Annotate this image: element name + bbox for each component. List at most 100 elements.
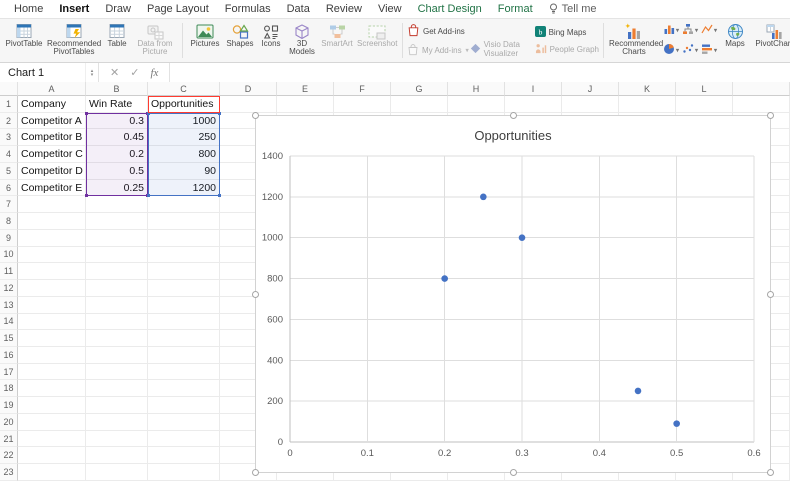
cell-C7[interactable]	[148, 196, 220, 213]
chart-type-column-button[interactable]	[663, 22, 679, 40]
cell-A3[interactable]: Competitor B	[18, 129, 86, 146]
cell-J1[interactable]	[562, 96, 619, 113]
cell-B16[interactable]	[86, 347, 148, 364]
row-header-22[interactable]: 22	[0, 447, 18, 464]
cell-B17[interactable]	[86, 364, 148, 381]
cell-C17[interactable]	[148, 364, 220, 381]
cell-A7[interactable]	[18, 196, 86, 213]
row-header-16[interactable]: 16	[0, 347, 18, 364]
tab-chart-design[interactable]: Chart Design	[410, 0, 490, 18]
cell-C18[interactable]	[148, 380, 220, 397]
cell-B12[interactable]	[86, 280, 148, 297]
cell-B6[interactable]: 0.25	[86, 180, 148, 197]
recommended-charts-button[interactable]: Recommended Charts	[608, 20, 660, 62]
row-header-6[interactable]: 6	[0, 180, 18, 197]
cell-A6[interactable]: Competitor E	[18, 180, 86, 197]
cell-A9[interactable]	[18, 230, 86, 247]
cell-A11[interactable]	[18, 263, 86, 280]
cell-C14[interactable]	[148, 314, 220, 331]
get-addins-button[interactable]: Get Add-ins	[407, 23, 469, 39]
chart-type-hierarchy-button[interactable]	[682, 22, 698, 40]
cell-A8[interactable]	[18, 213, 86, 230]
cell-B11[interactable]	[86, 263, 148, 280]
cell-C16[interactable]	[148, 347, 220, 364]
cell-partial1[interactable]	[733, 96, 790, 113]
visio-data-visualizer-button[interactable]: Visio Data Visualizer	[470, 41, 534, 59]
enter-icon[interactable]: ✓	[130, 66, 139, 79]
row-header-7[interactable]: 7	[0, 196, 18, 213]
column-header-G[interactable]: G	[391, 82, 448, 96]
row-header-17[interactable]: 17	[0, 364, 18, 381]
cell-C21[interactable]	[148, 431, 220, 448]
3d-models-button[interactable]: 3D Models	[286, 20, 318, 62]
cell-C9[interactable]	[148, 230, 220, 247]
cell-C13[interactable]	[148, 297, 220, 314]
chart-type-bar-button[interactable]	[701, 42, 717, 60]
cell-C4[interactable]: 800	[148, 146, 220, 163]
cell-A14[interactable]	[18, 314, 86, 331]
column-header-J[interactable]: J	[562, 82, 619, 96]
cell-B10[interactable]	[86, 247, 148, 264]
cell-A10[interactable]	[18, 247, 86, 264]
cell-C19[interactable]	[148, 397, 220, 414]
column-header-C[interactable]: C	[148, 82, 220, 96]
insert-function-icon[interactable]: fx	[150, 67, 158, 79]
row-header-18[interactable]: 18	[0, 380, 18, 397]
pivottable-button[interactable]: PivotTable	[3, 20, 45, 62]
pictures-button[interactable]: Pictures	[187, 20, 223, 62]
cell-C20[interactable]	[148, 414, 220, 431]
cell-D1[interactable]	[220, 96, 277, 113]
cell-A16[interactable]	[18, 347, 86, 364]
cell-B23[interactable]	[86, 464, 148, 481]
cell-C1[interactable]: Opportunities	[148, 96, 220, 113]
cell-A19[interactable]	[18, 397, 86, 414]
tab-page-layout[interactable]: Page Layout	[139, 0, 217, 18]
row-header-10[interactable]: 10	[0, 247, 18, 264]
cell-B9[interactable]	[86, 230, 148, 247]
row-header-15[interactable]: 15	[0, 330, 18, 347]
cell-C3[interactable]: 250	[148, 129, 220, 146]
chart-handle-w[interactable]	[252, 291, 259, 298]
cell-C5[interactable]: 90	[148, 163, 220, 180]
stepper-down-icon[interactable]	[91, 73, 94, 77]
tab-format[interactable]: Format	[490, 0, 541, 18]
row-header-12[interactable]: 12	[0, 280, 18, 297]
cell-H1[interactable]	[448, 96, 505, 113]
tab-draw[interactable]: Draw	[97, 0, 139, 18]
cell-A4[interactable]: Competitor C	[18, 146, 86, 163]
row-header-5[interactable]: 5	[0, 163, 18, 180]
chart-handle-se[interactable]	[767, 469, 774, 476]
row-header-9[interactable]: 9	[0, 230, 18, 247]
cell-A22[interactable]	[18, 447, 86, 464]
column-header-K[interactable]: K	[619, 82, 676, 96]
cell-C10[interactable]	[148, 247, 220, 264]
cell-I1[interactable]	[505, 96, 562, 113]
cell-B22[interactable]	[86, 447, 148, 464]
row-header-20[interactable]: 20	[0, 414, 18, 431]
select-all-corner[interactable]	[0, 82, 18, 96]
column-header-H[interactable]: H	[448, 82, 505, 96]
column-header-L[interactable]: L	[676, 82, 733, 96]
name-box-stepper[interactable]	[85, 63, 98, 82]
cell-B4[interactable]: 0.2	[86, 146, 148, 163]
row-header-4[interactable]: 4	[0, 146, 18, 163]
cell-A2[interactable]: Competitor A	[18, 113, 86, 130]
cell-C11[interactable]	[148, 263, 220, 280]
tab-view[interactable]: View	[370, 0, 410, 18]
tab-review[interactable]: Review	[318, 0, 370, 18]
tab-home[interactable]: Home	[6, 0, 51, 18]
chart-handle-ne[interactable]	[767, 112, 774, 119]
cell-A17[interactable]	[18, 364, 86, 381]
cell-B2[interactable]: 0.3	[86, 113, 148, 130]
row-header-11[interactable]: 11	[0, 263, 18, 280]
column-header-partial[interactable]	[733, 82, 790, 96]
row-header-13[interactable]: 13	[0, 297, 18, 314]
cell-B14[interactable]	[86, 314, 148, 331]
tab-data[interactable]: Data	[279, 0, 318, 18]
chart-handle-sw[interactable]	[252, 469, 259, 476]
cell-A12[interactable]	[18, 280, 86, 297]
cell-A23[interactable]	[18, 464, 86, 481]
cell-B13[interactable]	[86, 297, 148, 314]
cell-A13[interactable]	[18, 297, 86, 314]
cell-C22[interactable]	[148, 447, 220, 464]
